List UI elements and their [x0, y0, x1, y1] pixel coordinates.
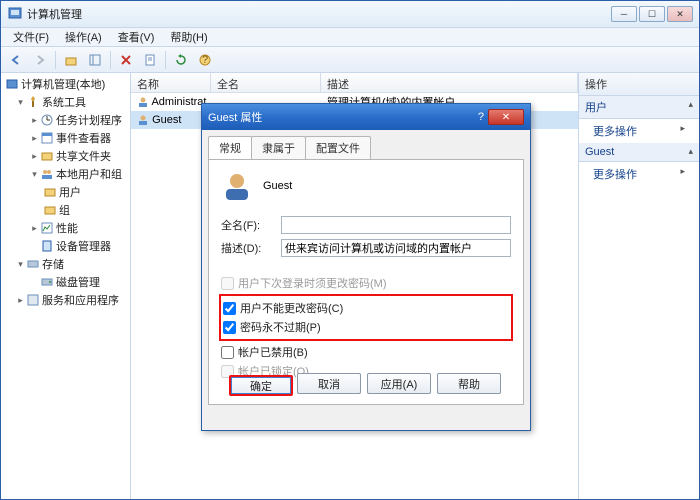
- actions-section-users: 用户▴: [579, 96, 699, 119]
- tree-users[interactable]: 用户: [3, 183, 128, 201]
- main-window: 计算机管理 ─ ☐ ✕ 文件(F) 操作(A) 查看(V) 帮助(H) ? 计算…: [0, 0, 700, 500]
- refresh-icon[interactable]: [170, 49, 192, 71]
- tree-task-scheduler[interactable]: ▸任务计划程序: [3, 111, 128, 129]
- properties-dialog: Guest 属性 ? ✕ 常规 隶属于 配置文件 Guest 全名(F): 描述…: [201, 103, 531, 431]
- apply-button[interactable]: 应用(A): [367, 373, 431, 394]
- properties-icon[interactable]: [139, 49, 161, 71]
- tree-groups[interactable]: 组: [3, 201, 128, 219]
- tree-storage[interactable]: ▾存储: [3, 255, 128, 273]
- dialog-titlebar[interactable]: Guest 属性 ? ✕: [202, 104, 530, 130]
- tree-performance[interactable]: ▸性能: [3, 219, 128, 237]
- user-icon: [221, 170, 253, 202]
- tree-system-tools[interactable]: ▾系统工具: [3, 93, 128, 111]
- desc-input[interactable]: [281, 239, 511, 257]
- window-title: 计算机管理: [27, 6, 611, 22]
- actions-header: 操作: [579, 73, 699, 96]
- cancel-button[interactable]: 取消: [297, 373, 361, 394]
- up-button[interactable]: [60, 49, 82, 71]
- ok-button[interactable]: 确定: [229, 375, 293, 396]
- fullname-input[interactable]: [281, 216, 511, 234]
- actions-pane: 操作 用户▴ 更多操作▸ Guest▴ 更多操作▸: [579, 73, 699, 499]
- delete-icon[interactable]: [115, 49, 137, 71]
- menu-file[interactable]: 文件(F): [5, 27, 57, 47]
- toolbar: ?: [1, 47, 699, 73]
- actions-more-1[interactable]: 更多操作▸: [579, 119, 699, 143]
- help-button[interactable]: 帮助: [437, 373, 501, 394]
- tab-general[interactable]: 常规: [208, 136, 252, 159]
- chk-must-change: 用户下次登录时须更改密码(M): [221, 275, 511, 291]
- svg-text:?: ?: [202, 54, 208, 66]
- tree-shared-folders[interactable]: ▸共享文件夹: [3, 147, 128, 165]
- back-button[interactable]: [5, 49, 27, 71]
- actions-section-guest: Guest▴: [579, 143, 699, 162]
- minimize-button[interactable]: ─: [611, 6, 637, 22]
- dialog-title: Guest 属性: [208, 109, 478, 125]
- dialog-close-button[interactable]: ✕: [488, 109, 524, 125]
- show-hide-button[interactable]: [84, 49, 106, 71]
- dialog-help-icon[interactable]: ?: [478, 111, 484, 123]
- nav-tree[interactable]: 计算机管理(本地) ▾系统工具 ▸任务计划程序 ▸事件查看器 ▸共享文件夹 ▾本…: [1, 73, 131, 499]
- forward-button[interactable]: [29, 49, 51, 71]
- tab-profile[interactable]: 配置文件: [305, 136, 371, 159]
- col-desc[interactable]: 描述: [321, 73, 578, 92]
- app-icon: [7, 6, 23, 22]
- close-button[interactable]: ✕: [667, 6, 693, 22]
- tree-device-manager[interactable]: 设备管理器: [3, 237, 128, 255]
- chk-never-expire[interactable]: 密码永不过期(P): [223, 319, 509, 335]
- highlight-box: 用户不能更改密码(C) 密码永不过期(P): [219, 294, 513, 341]
- menubar: 文件(F) 操作(A) 查看(V) 帮助(H): [1, 27, 699, 47]
- tree-services-apps[interactable]: ▸服务和应用程序: [3, 291, 128, 309]
- titlebar: 计算机管理 ─ ☐ ✕: [1, 1, 699, 27]
- maximize-button[interactable]: ☐: [639, 6, 665, 22]
- tree-event-viewer[interactable]: ▸事件查看器: [3, 129, 128, 147]
- list-header: 名称 全名 描述: [131, 73, 578, 93]
- col-name[interactable]: 名称: [131, 73, 211, 92]
- actions-more-2[interactable]: 更多操作▸: [579, 162, 699, 186]
- help-icon[interactable]: ?: [194, 49, 216, 71]
- desc-label: 描述(D):: [221, 240, 281, 256]
- tree-disk-mgmt[interactable]: 磁盘管理: [3, 273, 128, 291]
- tree-local-users-groups[interactable]: ▾本地用户和组: [3, 165, 128, 183]
- dialog-tabs: 常规 隶属于 配置文件: [202, 130, 530, 159]
- fullname-label: 全名(F):: [221, 217, 281, 233]
- menu-action[interactable]: 操作(A): [57, 27, 110, 47]
- col-fullname[interactable]: 全名: [211, 73, 321, 92]
- tree-root[interactable]: 计算机管理(本地): [3, 75, 128, 93]
- menu-view[interactable]: 查看(V): [110, 27, 163, 47]
- chk-disabled[interactable]: 帐户已禁用(B): [221, 344, 511, 360]
- tab-memberof[interactable]: 隶属于: [251, 136, 306, 159]
- dialog-username: Guest: [263, 180, 292, 192]
- chk-cannot-change[interactable]: 用户不能更改密码(C): [223, 300, 509, 316]
- dialog-body: Guest 全名(F): 描述(D): 用户下次登录时须更改密码(M) 用户不能…: [208, 159, 524, 405]
- menu-help[interactable]: 帮助(H): [162, 27, 215, 47]
